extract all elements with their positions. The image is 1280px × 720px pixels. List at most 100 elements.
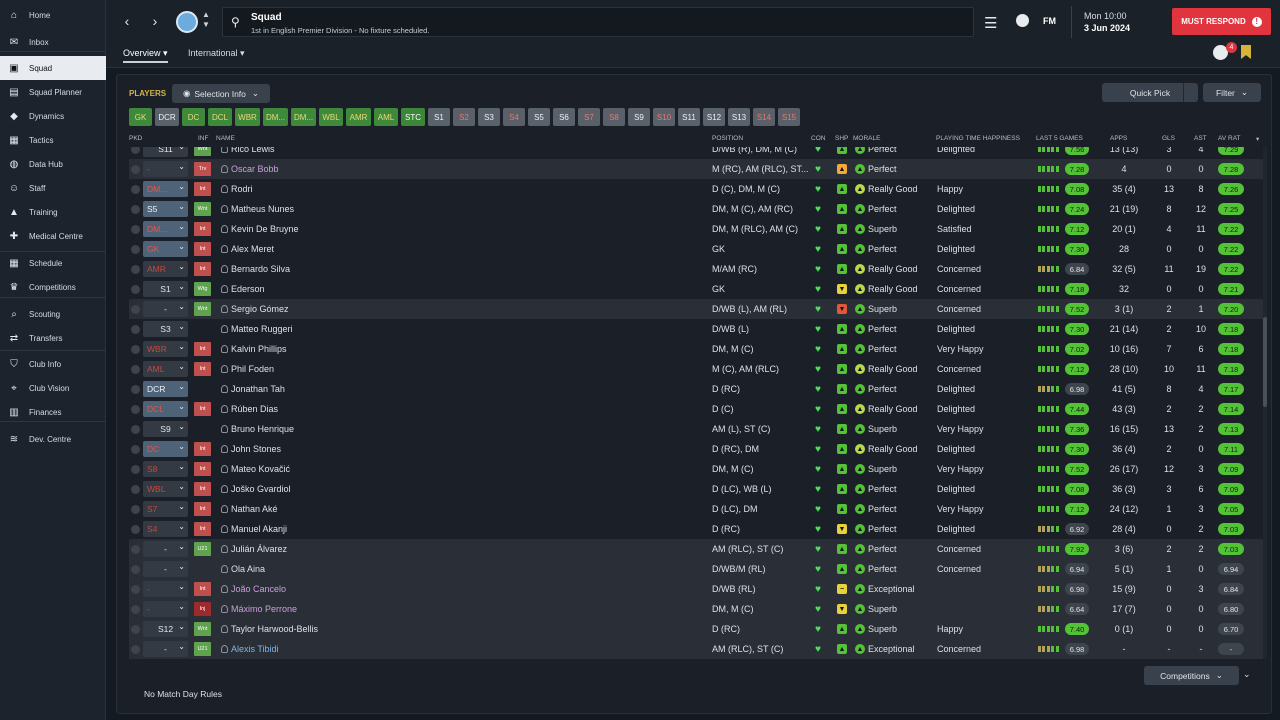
table-row[interactable]: S7 ⌄ Int Nathan Aké D (LC), DM ♥ ▲ ▲ Perfect Very… xyxy=(129,499,1265,519)
pick-toggle[interactable] xyxy=(131,585,140,594)
sidebar-item-home[interactable]: ⌂ Home xyxy=(0,3,106,27)
selection-dropdown[interactable]: - ⌄ xyxy=(143,161,188,177)
table-row[interactable]: DCR ⌄ Jonathan Tah D (RC) ♥ ▲ ▲ Perfect Delighte… xyxy=(129,379,1265,399)
sidebar-item-medical-centre[interactable]: ✚ Medical Centre xyxy=(0,224,106,248)
player-name[interactable]: Rúben Dias xyxy=(231,399,278,419)
player-name[interactable]: João Cancelo xyxy=(231,579,286,599)
selection-dropdown[interactable]: DM... ⌄ xyxy=(143,221,188,237)
table-row[interactable]: - ⌄ Trv Oscar Bobb M (RC), AM (RLC), ST... ♥ ▲… xyxy=(129,159,1265,179)
player-name[interactable]: Rico Lewis xyxy=(231,147,275,159)
column-options-icon[interactable]: ▾ xyxy=(1256,135,1259,143)
selection-dropdown[interactable]: WBR ⌄ xyxy=(143,341,188,357)
pick-toggle[interactable] xyxy=(131,405,140,414)
player-name[interactable]: Taylor Harwood-Bellis xyxy=(231,619,318,639)
col-con[interactable]: CON xyxy=(811,135,825,142)
player-name[interactable]: Julián Álvarez xyxy=(231,539,287,559)
fm-logo[interactable]: FM xyxy=(1043,16,1056,26)
player-name[interactable]: Matteo Ruggeri xyxy=(231,319,293,339)
table-row[interactable]: - ⌄ Int João Cancelo D/WB (RL) ♥ − ▲ Exceptional… xyxy=(129,579,1265,599)
selection-dropdown[interactable]: S11 ⌄ xyxy=(143,147,188,157)
pick-toggle[interactable] xyxy=(131,645,140,654)
table-row[interactable]: S11⌄WntRico LewisD/WB (R), DM, M (C)♥▲▲P… xyxy=(129,147,1265,159)
position-chip[interactable]: AMR xyxy=(346,108,371,126)
sidebar-item-schedule[interactable]: ▦ Schedule xyxy=(0,251,106,275)
position-chip[interactable]: GK xyxy=(129,108,152,126)
info-badge[interactable]: Int xyxy=(194,502,211,516)
player-name[interactable]: Bernardo Silva xyxy=(231,259,290,279)
col-name[interactable]: NAME xyxy=(216,135,235,142)
position-chip[interactable]: DCR xyxy=(155,108,179,126)
col-last5[interactable]: LAST 5 GAMES xyxy=(1036,135,1083,142)
player-name[interactable]: Matheus Nunes xyxy=(231,199,294,219)
pick-toggle[interactable] xyxy=(131,325,140,334)
selection-dropdown[interactable]: - ⌄ xyxy=(143,541,188,557)
pick-toggle[interactable] xyxy=(131,425,140,434)
selection-dropdown[interactable]: WBL ⌄ xyxy=(143,481,188,497)
selection-info-button[interactable]: ◉ Selection Info ⌄ xyxy=(172,84,270,103)
sidebar-item-tactics[interactable]: ▦ Tactics xyxy=(0,128,106,152)
col-ast[interactable]: AST xyxy=(1194,135,1207,142)
info-badge[interactable]: Int xyxy=(194,402,211,416)
info-badge[interactable]: Int xyxy=(194,242,211,256)
player-name[interactable]: Rodri xyxy=(231,179,253,199)
position-chip[interactable]: S5 xyxy=(528,108,550,126)
col-morale[interactable]: MORALE xyxy=(853,135,880,142)
club-switch-arrows-icon[interactable]: ▲ ▼ xyxy=(202,10,210,30)
table-row[interactable]: AML ⌄ Int Phil Foden M (C), AM (RLC) ♥ ▲ ▲ Reall… xyxy=(129,359,1265,379)
pick-toggle[interactable] xyxy=(131,265,140,274)
info-badge[interactable]: Trv xyxy=(194,162,211,176)
pick-toggle[interactable] xyxy=(131,605,140,614)
pick-toggle[interactable] xyxy=(131,305,140,314)
tab-international[interactable]: International ▾ xyxy=(188,48,245,59)
info-badge[interactable]: Inj xyxy=(194,602,211,616)
col-shp[interactable]: SHP xyxy=(835,135,848,142)
col-playing-time-happiness[interactable]: PLAYING TIME HAPPINESS xyxy=(936,135,1020,142)
table-row[interactable]: S8 ⌄ Int Mateo Kovačić DM, M (C) ♥ ▲ ▲ Superb Ver… xyxy=(129,459,1265,479)
position-chip[interactable]: S11 xyxy=(678,108,700,126)
sidebar-item-club-vision[interactable]: ⌖ Club Vision xyxy=(0,376,106,400)
pick-toggle[interactable] xyxy=(131,565,140,574)
pick-toggle[interactable] xyxy=(131,545,140,554)
pick-toggle[interactable] xyxy=(131,465,140,474)
selection-dropdown[interactable]: DC ⌄ xyxy=(143,441,188,457)
col-apps[interactable]: APPS xyxy=(1110,135,1127,142)
info-badge[interactable]: Wtg xyxy=(194,282,211,296)
col-inf[interactable]: INF xyxy=(198,135,208,142)
table-row[interactable]: - ⌄ Wnt Sergio Gómez D/WB (L), AM (RL) ♥ ▼ ▲ Sup… xyxy=(129,299,1265,319)
selection-dropdown[interactable]: - ⌄ xyxy=(143,561,188,577)
table-row[interactable]: S4 ⌄ Int Manuel Akanji D (RC) ♥ ▼ ▲ Perfect Delig… xyxy=(129,519,1265,539)
forward-button[interactable]: › xyxy=(146,12,164,30)
selection-dropdown[interactable]: DCL ⌄ xyxy=(143,401,188,417)
info-badge[interactable]: Wnt xyxy=(194,202,211,216)
position-chip[interactable]: S8 xyxy=(603,108,625,126)
selection-dropdown[interactable]: DM... ⌄ xyxy=(143,181,188,197)
pick-toggle[interactable] xyxy=(131,365,140,374)
table-row[interactable]: - ⌄ U21 Alexis Tibidi AM (RLC), ST (C) ♥ ▲ ▲ Exc… xyxy=(129,639,1265,659)
player-name[interactable]: Máximo Perrone xyxy=(231,599,297,619)
selection-dropdown[interactable]: S4 ⌄ xyxy=(143,521,188,537)
table-row[interactable]: DC ⌄ Int John Stones D (RC), DM ♥ ▲ ▲ Really Goo… xyxy=(129,439,1265,459)
tab-overview[interactable]: Overview ▾ xyxy=(123,48,168,63)
player-name[interactable]: Kevin De Bruyne xyxy=(231,219,299,239)
position-chip[interactable]: DC xyxy=(182,108,205,126)
info-badge[interactable]: Int xyxy=(194,342,211,356)
position-chip[interactable]: S13 xyxy=(728,108,750,126)
sidebar-item-scouting[interactable]: ⌕ Scouting xyxy=(0,302,106,326)
table-row[interactable]: DM... ⌄ Int Kevin De Bruyne DM, M (RLC), AM … xyxy=(129,219,1265,239)
table-row[interactable]: S1 ⌄ Wtg Ederson GK ♥ ▼ ▲ Really Good Concerned 7.… xyxy=(129,279,1265,299)
club-badge-icon[interactable] xyxy=(176,11,198,33)
date-box[interactable]: Mon 10:00 3 Jun 2024 xyxy=(1071,6,1161,38)
pick-toggle[interactable] xyxy=(131,485,140,494)
info-badge[interactable]: Int xyxy=(194,222,211,236)
position-chip[interactable]: AML xyxy=(374,108,398,126)
info-badge[interactable]: Int xyxy=(194,362,211,376)
selection-dropdown[interactable]: - ⌄ xyxy=(143,581,188,597)
chevron-down-icon[interactable]: ⌄ xyxy=(1243,669,1251,680)
selection-dropdown[interactable]: S12 ⌄ xyxy=(143,621,188,637)
player-name[interactable]: Ola Aina xyxy=(231,559,265,579)
info-badge[interactable]: Wnt xyxy=(194,147,211,156)
competitions-button[interactable]: Competitions ⌄ xyxy=(1144,666,1239,685)
player-name[interactable]: Phil Foden xyxy=(231,359,274,379)
selection-dropdown[interactable]: S7 ⌄ xyxy=(143,501,188,517)
position-chip[interactable]: STC xyxy=(401,108,425,126)
